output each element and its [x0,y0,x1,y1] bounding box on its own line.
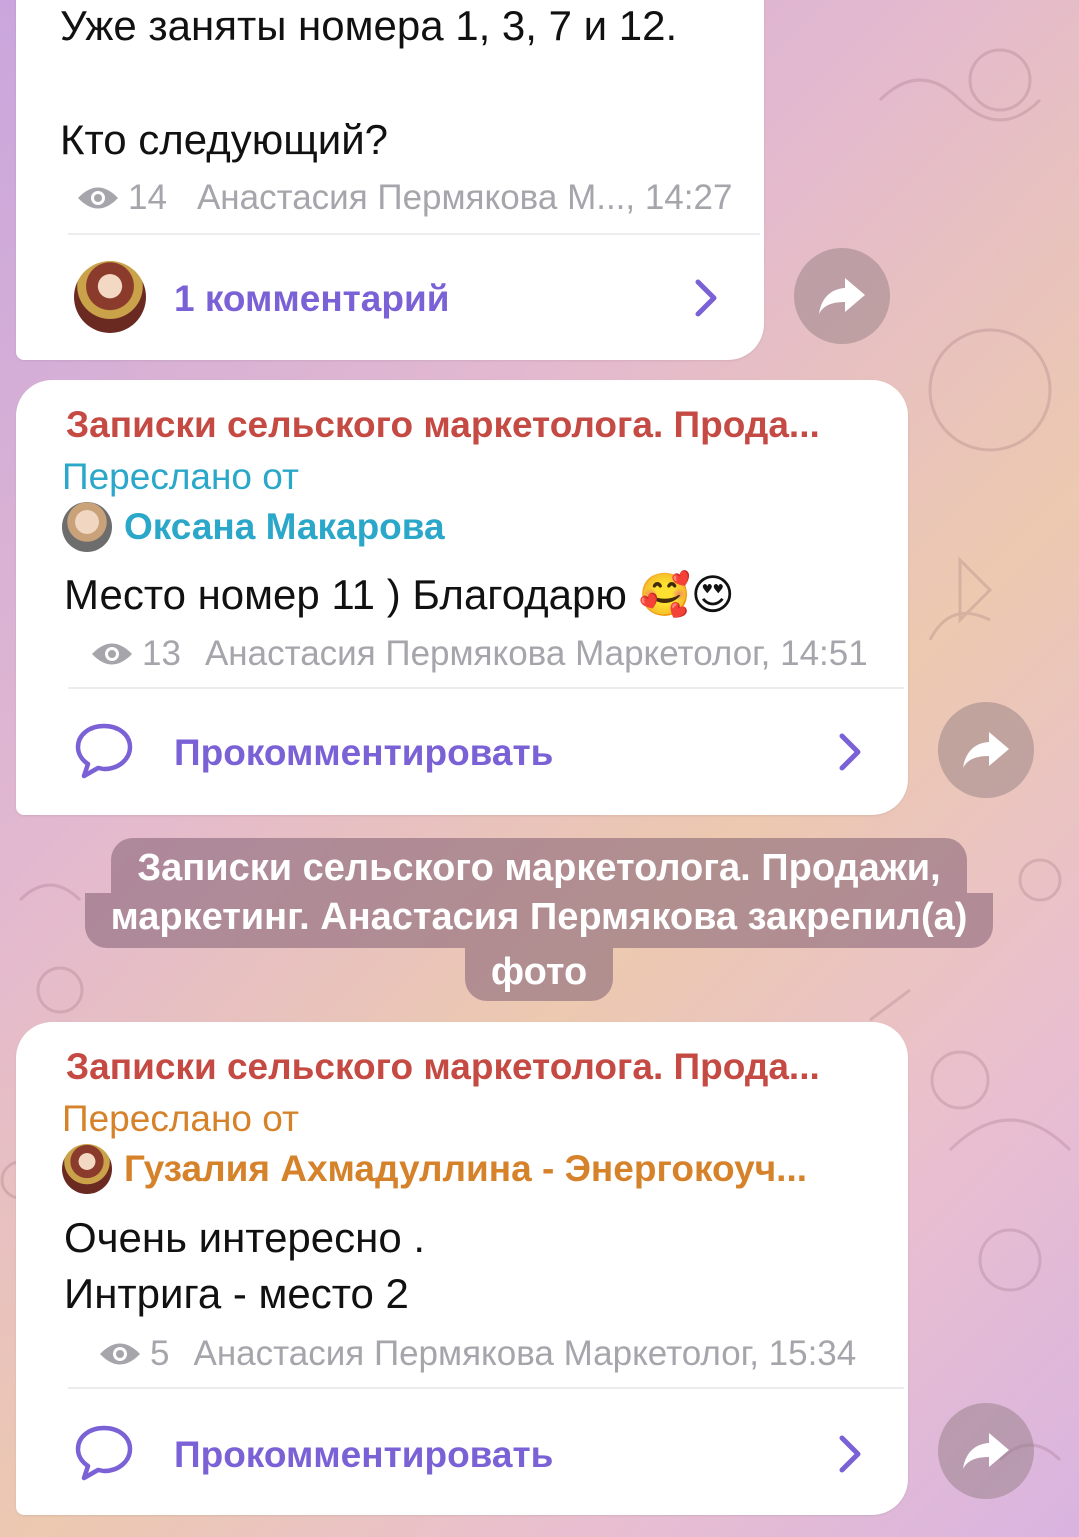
comment-row[interactable]: Прокомментировать [16,1402,908,1502]
views-count: 14 [128,178,167,217]
message-text-line: Кто следующий? [60,116,389,163]
message-text-line: Очень интересно . [64,1214,426,1261]
share-icon [963,1433,1009,1469]
message-text: Место номер 11 ) Благодарю 🥰😍 [64,571,735,618]
share-button[interactable] [794,248,890,344]
divider [68,233,760,235]
service-text-line: маркетинг. Анастасия Пермякова закрепил(… [84,893,994,948]
channel-name: Записки сельского маркетолога. Прода... [66,404,820,445]
views-count: 5 [150,1334,170,1373]
forwarded-from-name[interactable]: Гузалия Ахмадуллина - Энергокоуч... [124,1148,807,1190]
avatar [74,261,146,333]
eye-icon [92,643,132,665]
forwarded-from-name[interactable]: Оксана Макарова [124,506,445,548]
message-bubble-2: Записки сельского маркетолога. Прода... … [16,380,908,815]
views-count: 13 [142,634,181,673]
channel-name: Записки сельского маркетолога. Прода... [66,1046,820,1087]
eye-icon [78,187,118,209]
forwarded-label: Переслано от [62,1098,299,1139]
forwarded-avatar[interactable] [62,502,112,552]
comment-bubble-icon [75,723,133,779]
forwarded-avatar[interactable] [62,1144,112,1194]
message-meta: 5 Анастасия Пермякова Маркетолог, 15:34 [98,1334,856,1374]
service-text-line: фото [464,948,614,1001]
chevron-right-icon [839,1435,861,1473]
message-text-line: Интрига - место 2 [64,1270,409,1317]
message-meta: 13 Анастасия Пермякова Маркетолог, 14:51 [90,634,868,674]
author-time: Анастасия Пермякова Маркетолог, 14:51 [204,634,868,673]
share-button[interactable] [938,1403,1034,1499]
comment-row[interactable]: Прокомментировать [16,702,908,802]
author-time: Анастасия Пермякова М..., 14:27 [196,178,733,217]
comments-count-label: 1 комментарий [174,278,450,319]
divider [68,1387,904,1389]
eye-icon [100,1343,140,1365]
divider [68,687,904,689]
share-icon [963,732,1009,768]
message-bubble-3: Записки сельского маркетолога. Прода... … [16,1022,908,1515]
share-icon [819,278,865,314]
comment-bubble-icon [75,1425,133,1481]
message-bubble-1: Уже заняты номера 1, 3, 7 и 12. Кто след… [16,0,764,360]
chevron-right-icon [695,279,717,317]
service-text-line: Записки сельского маркетолога. Продажи, [111,838,967,893]
comment-label: Прокомментировать [174,1434,554,1475]
message-meta: 14 Анастасия Пермякова М..., 14:27 [76,178,732,218]
comments-row[interactable]: 1 комментарий [16,248,764,348]
forwarded-label: Переслано от [62,456,299,497]
message-text-line: Уже заняты номера 1, 3, 7 и 12. [60,2,678,49]
chevron-right-icon [839,733,861,771]
share-button[interactable] [938,702,1034,798]
pinned-service-message: Записки сельского маркетолога. Продажи, … [48,838,1030,1001]
comment-label: Прокомментировать [174,732,554,773]
author-time: Анастасия Пермякова Маркетолог, 15:34 [193,1334,857,1373]
